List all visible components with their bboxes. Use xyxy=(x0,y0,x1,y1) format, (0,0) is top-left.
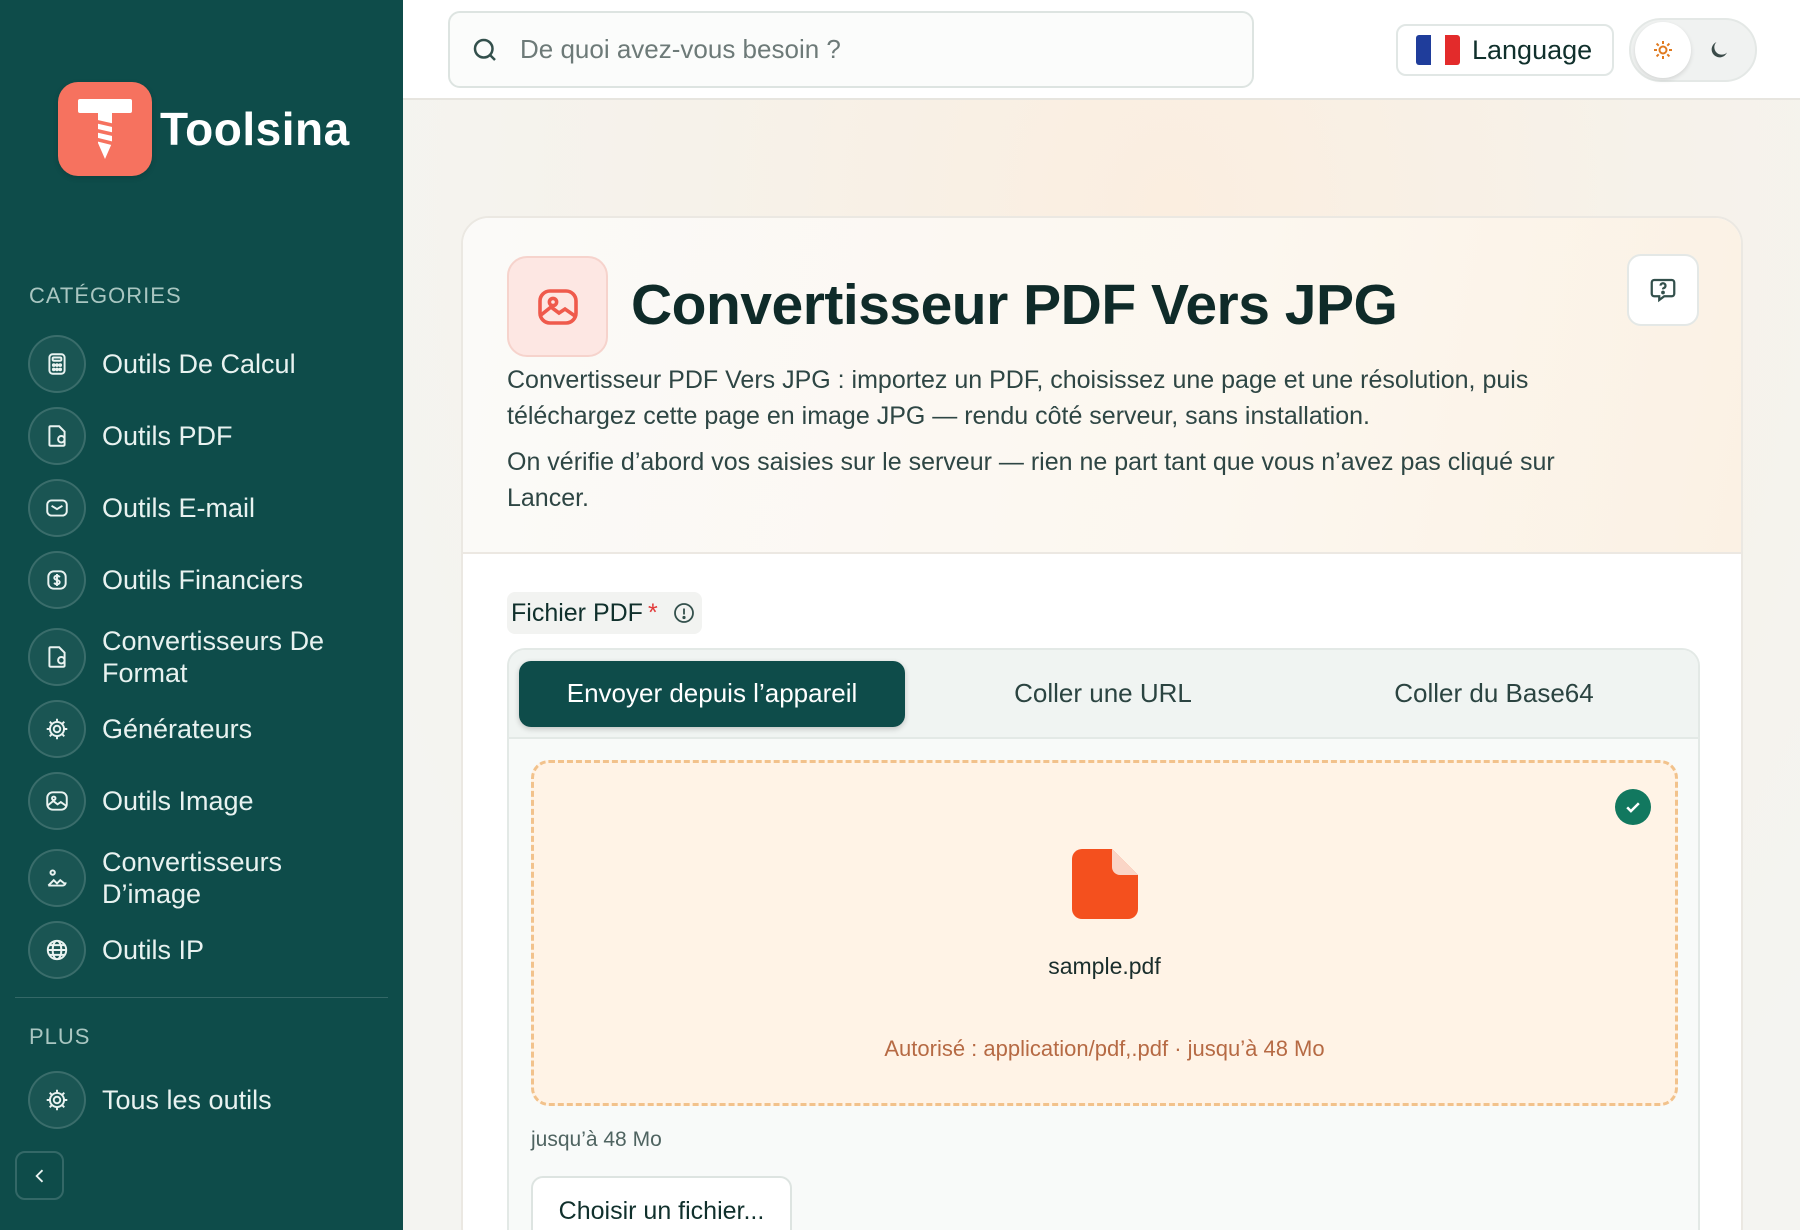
chevron-left-icon xyxy=(34,1169,43,1182)
image-convert-icon xyxy=(28,849,86,907)
sidebar-item-label: Outils Financiers xyxy=(102,565,304,595)
cog-icon xyxy=(28,1071,86,1129)
categories-heading: CATÉGORIES xyxy=(29,283,182,308)
sidebar-item-label: Outils E-mail xyxy=(102,493,256,523)
tool-header: Convertisseur PDF Vers JPG Convertisseur… xyxy=(463,218,1741,554)
tool-note: On vérifie d’abord vos saisies sur le se… xyxy=(507,448,1555,512)
mail-icon xyxy=(28,479,86,537)
toolsina-logo-icon xyxy=(58,82,152,176)
tool-description: Convertisseur PDF Vers JPG : importez un… xyxy=(507,366,1529,430)
search-icon xyxy=(473,38,496,61)
sidebar-item-label: Outils Image xyxy=(102,786,254,816)
tab-paste-base64[interactable]: Coller du Base64 xyxy=(1301,661,1687,727)
allowed-types-text: Autorisé : application/pdf,.pdf · jusqu’… xyxy=(884,1036,1325,1061)
help-chat-icon xyxy=(1650,278,1676,303)
language-label: Language xyxy=(1472,34,1593,65)
calculator-icon xyxy=(28,335,86,393)
sidebar-item-image[interactable]: Outils Image xyxy=(28,772,388,830)
language-button[interactable]: Language xyxy=(1396,24,1614,76)
france-flag-icon xyxy=(1416,35,1460,65)
choose-file-button[interactable]: Choisir un fichier... xyxy=(531,1176,792,1230)
sidebar-item-label: Générateurs xyxy=(102,714,253,744)
sidebar-item-financiers[interactable]: Outils Financiers xyxy=(28,551,388,609)
upload-panel: Envoyer depuis l’appareil Coller une URL… xyxy=(507,648,1700,1230)
sidebar-item-generateurs[interactable]: Générateurs xyxy=(28,700,388,758)
search-input[interactable] xyxy=(520,34,1220,65)
dollar-icon xyxy=(28,551,86,609)
sidebar-item-label: Outils De Calcul xyxy=(102,349,296,379)
sidebar: Toolsina CATÉGORIES Outils De Calcul Out… xyxy=(0,0,403,1230)
moon-icon xyxy=(1711,42,1727,58)
file-icon xyxy=(28,407,86,465)
selected-file-name: sample.pdf xyxy=(1048,953,1161,979)
more-heading: PLUS xyxy=(29,1024,91,1049)
upload-tabs: Envoyer depuis l’appareil Coller une URL… xyxy=(509,650,1698,739)
light-theme-button[interactable] xyxy=(1635,22,1691,78)
top-bar: Language xyxy=(403,0,1800,100)
tab-paste-url[interactable]: Coller une URL xyxy=(910,661,1296,727)
pdf-file-icon xyxy=(1072,847,1142,926)
sidebar-item-label: Outils PDF xyxy=(102,421,233,451)
globe-icon xyxy=(28,921,86,979)
sidebar-item-label: Tous les outils xyxy=(102,1085,272,1115)
sidebar-item-convertisseurs-format[interactable]: Convertisseurs De Format xyxy=(28,625,388,689)
sidebar-item-label: Convertisseurs D’image xyxy=(102,847,283,909)
info-icon[interactable] xyxy=(672,601,696,625)
tab-device-upload[interactable]: Envoyer depuis l’appareil xyxy=(519,660,905,727)
brand-name: Toolsina xyxy=(160,103,350,155)
tool-card: Convertisseur PDF Vers JPG Convertisseur… xyxy=(461,216,1743,1230)
sun-icon xyxy=(1654,41,1672,59)
sidebar-item-email[interactable]: Outils E-mail xyxy=(28,479,388,537)
sidebar-item-pdf[interactable]: Outils PDF xyxy=(28,407,388,465)
required-mark: * xyxy=(647,598,658,627)
sidebar-divider xyxy=(15,997,388,998)
sidebar-item-all-tools[interactable]: Tous les outils xyxy=(28,1071,388,1129)
collapse-sidebar-button[interactable] xyxy=(15,1151,64,1200)
file-dropzone[interactable]: sample.pdf Autorisé : application/pdf,.p… xyxy=(531,760,1678,1106)
brand-logo[interactable]: Toolsina xyxy=(58,82,350,176)
pdf-field-label: Fichier PDF * xyxy=(507,592,702,634)
check-icon xyxy=(1615,789,1651,825)
image-icon xyxy=(28,772,86,830)
file-convert-icon xyxy=(28,628,86,686)
help-button[interactable] xyxy=(1627,254,1699,326)
sidebar-item-ip[interactable]: Outils IP xyxy=(28,921,388,979)
size-limit-text: jusqu’à 48 Mo xyxy=(531,1128,662,1151)
sidebar-item-label: Convertisseurs De Format xyxy=(102,626,325,688)
theme-toggle xyxy=(1629,18,1757,82)
dark-theme-button[interactable] xyxy=(1691,22,1747,78)
sidebar-item-convertisseurs-image[interactable]: Convertisseurs D’image xyxy=(28,846,388,910)
page-title: Convertisseur PDF Vers JPG xyxy=(631,273,1398,337)
field-label-text: Fichier PDF xyxy=(511,598,643,627)
sidebar-item-label: Outils IP xyxy=(102,935,205,965)
sidebar-item-calcul[interactable]: Outils De Calcul xyxy=(28,335,388,393)
cog-icon xyxy=(28,700,86,758)
search-box[interactable] xyxy=(448,11,1254,88)
image-icon xyxy=(507,256,608,357)
